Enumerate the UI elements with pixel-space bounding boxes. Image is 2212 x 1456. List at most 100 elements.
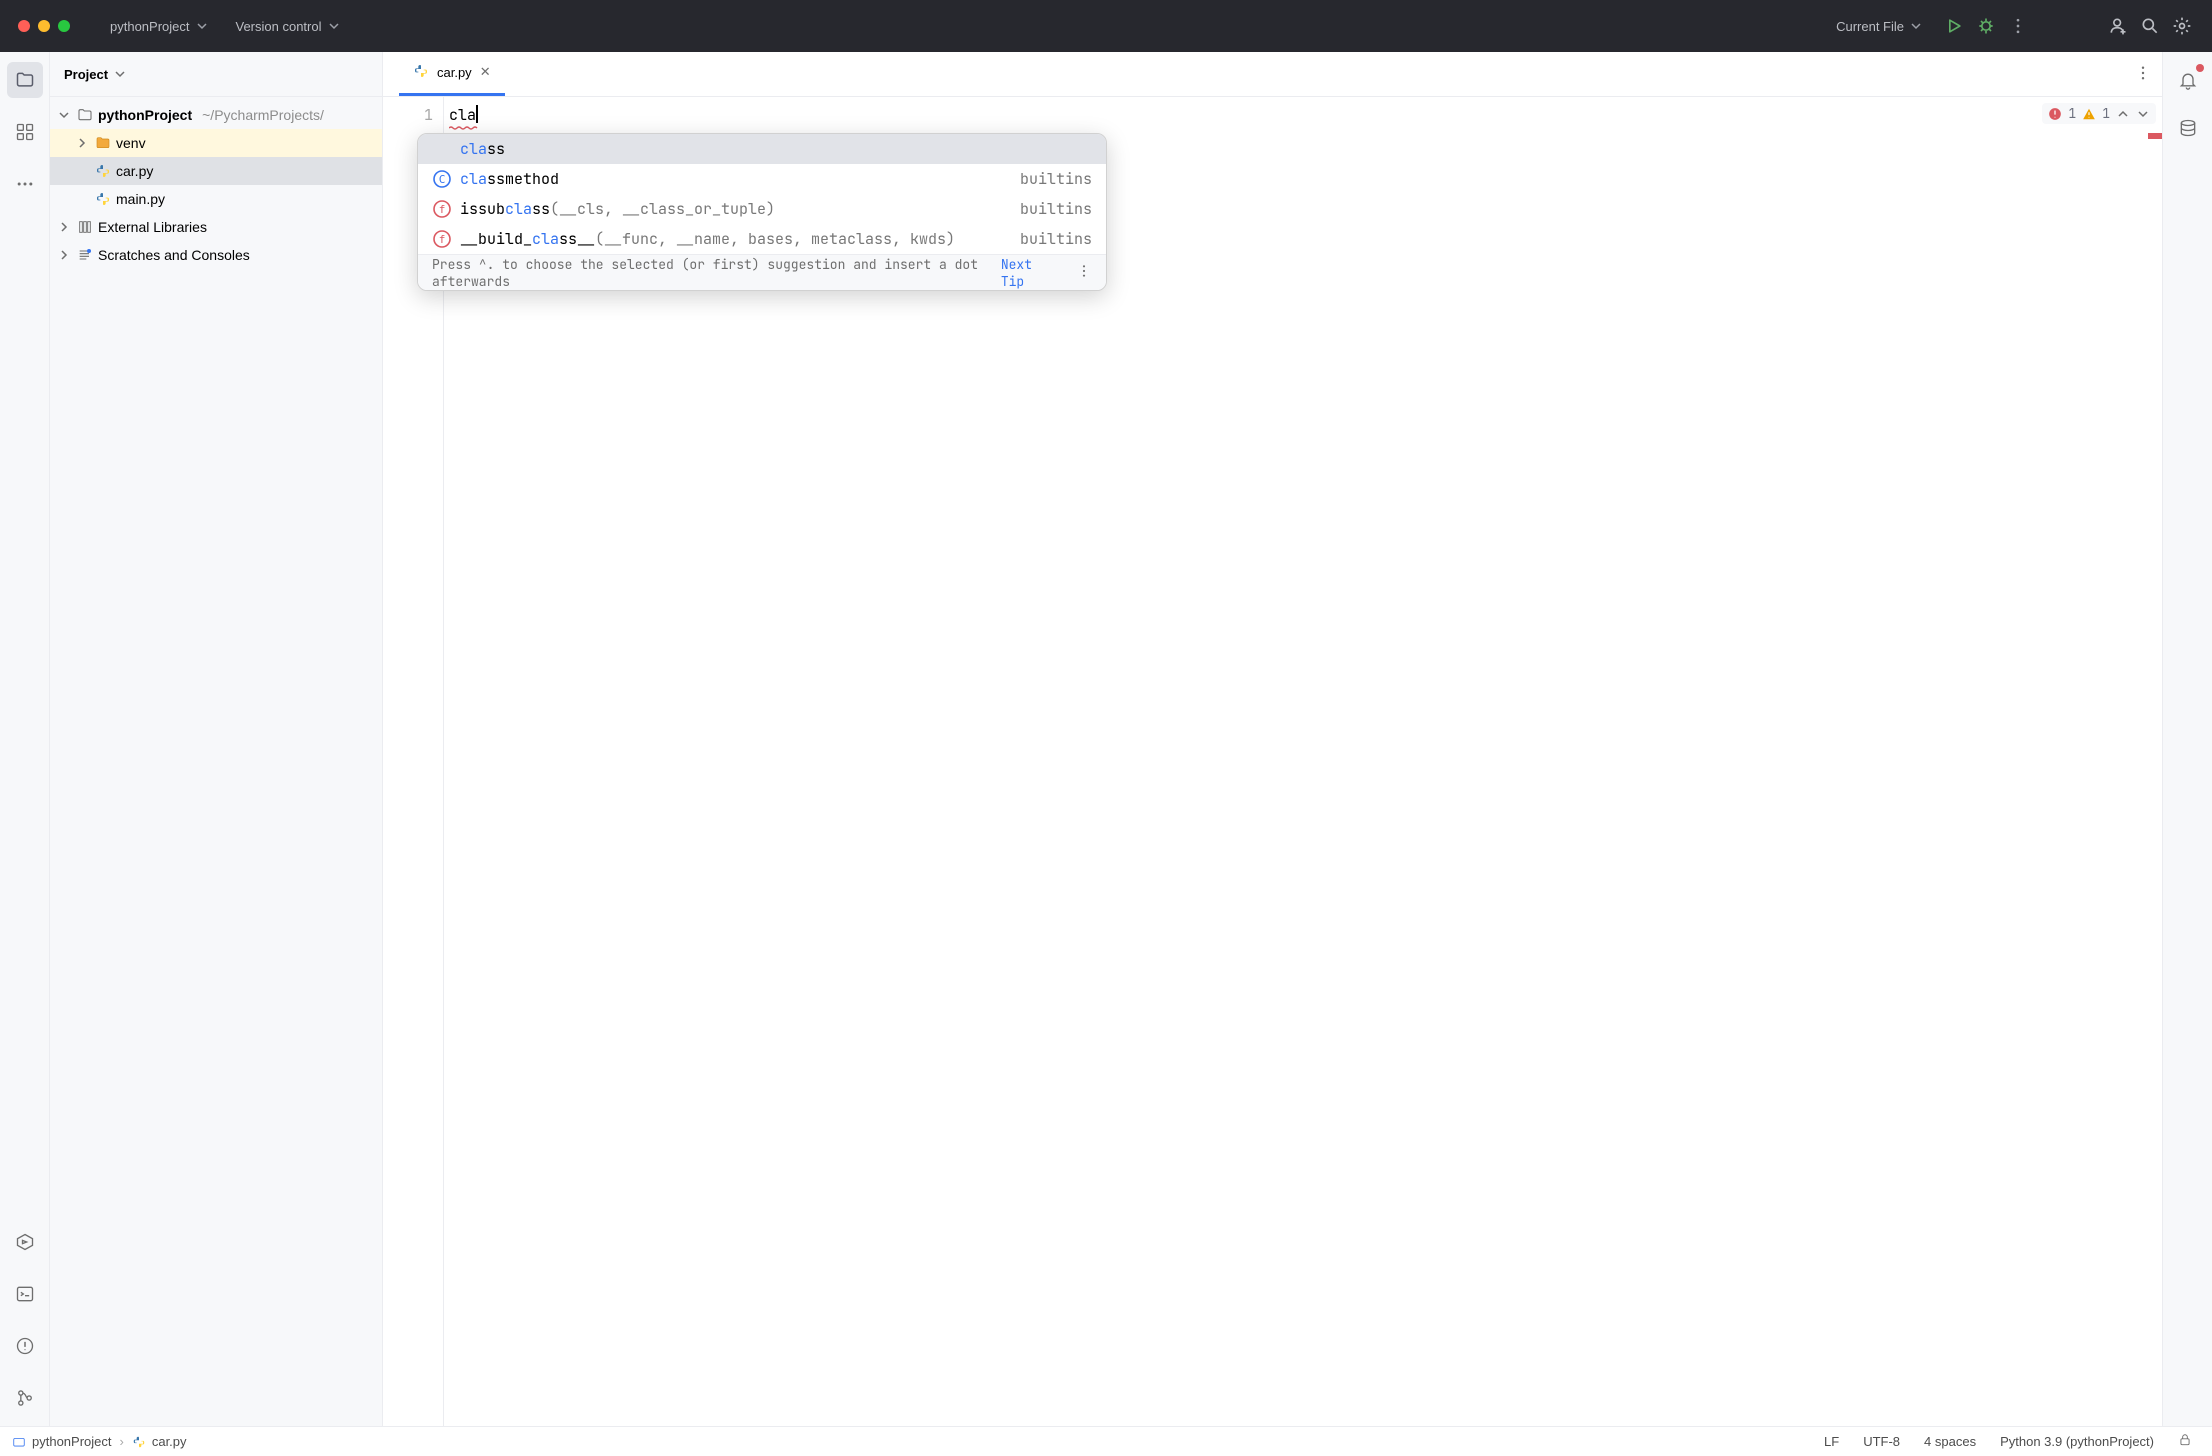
vcs-dropdown[interactable]: Version control — [232, 15, 344, 38]
completion-tail: builtins — [1020, 169, 1092, 189]
tree-scratches[interactable]: Scratches and Consoles — [50, 241, 382, 269]
tree-file-main[interactable]: main.py — [50, 185, 382, 213]
completion-tail: builtins — [1020, 199, 1092, 219]
editor-area: car.py ✕ 1 cla 1 1 — [383, 52, 2162, 1426]
breadcrumb-project-label: pythonProject — [32, 1434, 112, 1449]
breadcrumb-file[interactable]: car.py — [132, 1434, 187, 1449]
debug-button[interactable] — [1974, 14, 1998, 38]
completion-footer-more[interactable] — [1076, 263, 1092, 283]
inspections-widget[interactable]: 1 1 — [2042, 103, 2156, 124]
breadcrumb-file-label: car.py — [152, 1434, 187, 1449]
editor-tabs-more[interactable] — [2134, 64, 2152, 85]
window-minimize-button[interactable] — [38, 20, 50, 32]
tree-ext-lib-label: External Libraries — [98, 219, 207, 235]
notification-badge — [2196, 64, 2204, 72]
chevron-right-icon[interactable] — [56, 221, 72, 233]
chevron-right-icon[interactable] — [56, 249, 72, 261]
editor-body[interactable]: 1 cla 1 1 clas — [383, 97, 2162, 1426]
completion-text: ss — [532, 199, 550, 219]
completion-hint: Press ^. to choose the selected (or firs… — [432, 256, 991, 290]
right-toolbar — [2162, 52, 2212, 1426]
completion-params: (__cls, __class_or_tuple) — [550, 199, 775, 219]
window-zoom-button[interactable] — [58, 20, 70, 32]
chevron-down-icon — [1910, 20, 1922, 32]
folder-icon — [12, 1435, 26, 1449]
window-close-button[interactable] — [18, 20, 30, 32]
completion-item-classmethod[interactable]: C classmethod builtins — [418, 164, 1106, 194]
project-tool-button[interactable] — [7, 62, 43, 98]
class-icon: C — [432, 169, 452, 189]
function-icon: f — [432, 229, 452, 249]
python-file-icon — [94, 190, 112, 208]
project-dropdown[interactable]: pythonProject — [106, 15, 212, 38]
status-readonly-toggle[interactable] — [2170, 1433, 2200, 1450]
warning-count: 1 — [2102, 105, 2110, 122]
titlebar: pythonProject Version control Current Fi… — [0, 0, 2212, 52]
python-file-icon — [413, 63, 429, 82]
library-icon — [76, 218, 94, 236]
breadcrumb-project[interactable]: pythonProject — [12, 1434, 112, 1449]
editor-tab-car[interactable]: car.py ✕ — [399, 51, 505, 96]
function-icon: f — [432, 199, 452, 219]
notifications-button[interactable] — [2170, 62, 2206, 98]
editor-tabs: car.py ✕ — [383, 52, 2162, 97]
completion-highlight: cla — [505, 199, 532, 219]
next-highlight-button[interactable] — [2136, 107, 2150, 121]
error-stripe-mark[interactable] — [2148, 133, 2162, 139]
completion-text: ssmethod — [487, 169, 559, 189]
search-everywhere-button[interactable] — [2138, 14, 2162, 38]
status-encoding[interactable]: UTF-8 — [1855, 1434, 1908, 1449]
database-tool-button[interactable] — [2170, 110, 2206, 146]
project-name-label: pythonProject — [110, 19, 190, 34]
completion-pre: __build_ — [460, 229, 532, 249]
project-pane-header[interactable]: Project — [50, 52, 382, 97]
svg-text:C: C — [439, 173, 446, 186]
git-tool-button[interactable] — [7, 1380, 43, 1416]
completion-item-class[interactable]: class — [418, 134, 1106, 164]
close-tab-button[interactable]: ✕ — [480, 64, 491, 80]
run-button[interactable] — [1942, 14, 1966, 38]
chevron-down-icon — [328, 20, 340, 32]
run-config-dropdown[interactable]: Current File — [1832, 15, 1926, 38]
completion-text: ss__ — [559, 229, 595, 249]
run-config-label: Current File — [1836, 19, 1904, 34]
code-line-1[interactable]: cla — [449, 105, 478, 125]
completion-popup: class C classmethod builtins f issubclas… — [417, 133, 1107, 291]
status-line-separator[interactable]: LF — [1816, 1434, 1847, 1449]
line-number: 1 — [424, 105, 433, 125]
next-tip-link[interactable]: Next Tip — [1001, 256, 1056, 290]
completion-tail: builtins — [1020, 229, 1092, 249]
chevron-down-icon — [196, 20, 208, 32]
tree-venv[interactable]: venv — [50, 129, 382, 157]
gutter-divider — [443, 97, 444, 1426]
chevron-down-icon[interactable] — [56, 109, 72, 121]
main-body: Project pythonProject ~/PycharmProjects/… — [0, 52, 2212, 1426]
python-file-icon — [132, 1435, 146, 1449]
tree-root[interactable]: pythonProject ~/PycharmProjects/ — [50, 101, 382, 129]
settings-button[interactable] — [2170, 14, 2194, 38]
services-tool-button[interactable] — [7, 1224, 43, 1260]
more-tool-button[interactable] — [7, 166, 43, 202]
keyword-icon — [432, 139, 452, 159]
breadcrumb-separator: › — [120, 1434, 124, 1449]
chevron-right-icon[interactable] — [74, 137, 90, 149]
warning-icon — [2082, 107, 2096, 121]
tree-external-libraries[interactable]: External Libraries — [50, 213, 382, 241]
terminal-tool-button[interactable] — [7, 1276, 43, 1312]
prev-highlight-button[interactable] — [2116, 107, 2130, 121]
code-with-me-button[interactable] — [2106, 14, 2130, 38]
tree-venv-label: venv — [116, 135, 146, 151]
completion-item-issubclass[interactable]: f issubclass(__cls, __class_or_tuple) bu… — [418, 194, 1106, 224]
tree-file-car[interactable]: car.py — [50, 157, 382, 185]
python-file-icon — [94, 162, 112, 180]
status-interpreter[interactable]: Python 3.9 (pythonProject) — [1992, 1434, 2162, 1449]
structure-tool-button[interactable] — [7, 114, 43, 150]
scratches-icon — [76, 246, 94, 264]
completion-item-build-class[interactable]: f __build_class__(__func, __name, bases,… — [418, 224, 1106, 254]
text-caret — [476, 105, 478, 123]
problems-tool-button[interactable] — [7, 1328, 43, 1364]
more-actions-button[interactable] — [2006, 14, 2030, 38]
left-toolbar — [0, 52, 50, 1426]
error-squiggle — [449, 126, 479, 130]
status-indent[interactable]: 4 spaces — [1916, 1434, 1984, 1449]
